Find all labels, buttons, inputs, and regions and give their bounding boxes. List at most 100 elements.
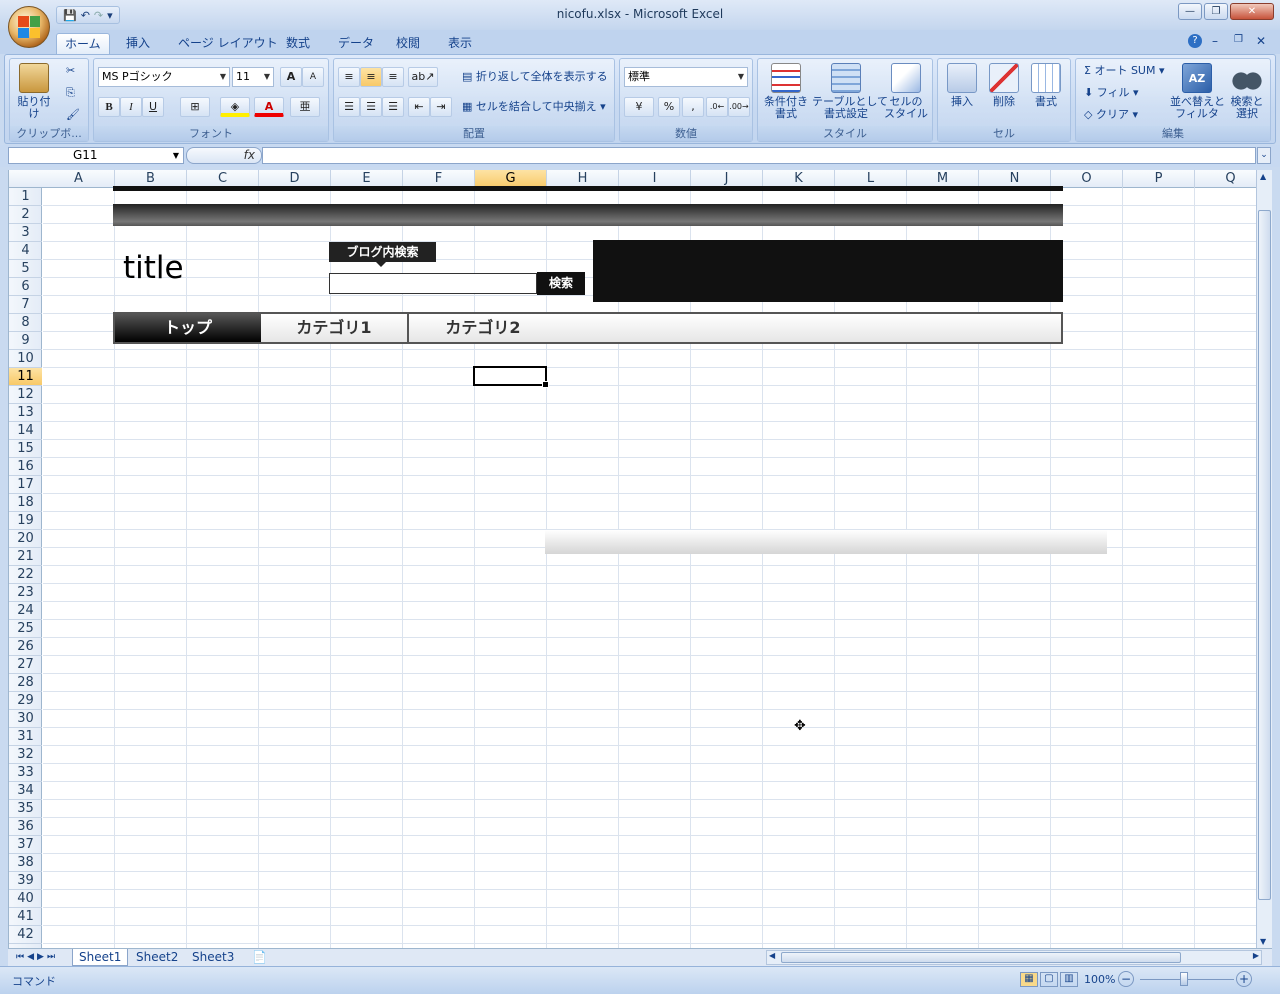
phonetic-icon[interactable]: 亜 bbox=[290, 97, 320, 117]
sheet-tab-3[interactable]: Sheet3 bbox=[186, 949, 240, 966]
tab-data[interactable]: データ bbox=[330, 33, 382, 54]
sheet-tab-1[interactable]: Sheet1 bbox=[72, 949, 129, 966]
row-header-28[interactable]: 28 bbox=[9, 674, 42, 692]
font-name-combo[interactable]: MS Pゴシック ▼ bbox=[98, 67, 230, 87]
name-box[interactable]: G11 ▼ bbox=[8, 147, 184, 164]
number-format-combo[interactable]: 標準 ▼ bbox=[624, 67, 748, 87]
nav-item-category1[interactable]: カテゴリ1 bbox=[261, 314, 409, 342]
decrease-indent-icon[interactable]: ⇤ bbox=[408, 97, 430, 117]
row-header-32[interactable]: 32 bbox=[9, 746, 42, 764]
row-header-35[interactable]: 35 bbox=[9, 800, 42, 818]
align-center-icon[interactable]: ☰ bbox=[360, 97, 382, 117]
sheet-nav-icons[interactable]: ⏮◀▶⏭ bbox=[10, 949, 64, 966]
cell-area[interactable] bbox=[43, 188, 1256, 948]
clear-button[interactable]: ◇ クリア ▾ bbox=[1084, 105, 1138, 125]
autosum-button[interactable]: Σ オート SUM ▾ bbox=[1084, 61, 1165, 81]
office-button[interactable] bbox=[8, 6, 50, 48]
row-header-21[interactable]: 21 bbox=[9, 548, 42, 566]
maximize-button[interactable]: ❐ bbox=[1204, 3, 1228, 20]
row-header-24[interactable]: 24 bbox=[9, 602, 42, 620]
insert-cells-button[interactable]: 挿入 bbox=[942, 63, 982, 108]
row-header-5[interactable]: 5 bbox=[9, 260, 42, 278]
scroll-left-icon[interactable]: ◀ bbox=[769, 951, 775, 960]
row-header-16[interactable]: 16 bbox=[9, 458, 42, 476]
font-color-button[interactable]: A bbox=[254, 97, 284, 117]
orientation-icon[interactable]: ab↗ bbox=[408, 67, 438, 87]
ribbon-close-icon[interactable]: ✕ bbox=[1256, 34, 1266, 48]
cut-icon[interactable]: ✂ bbox=[66, 61, 75, 81]
horizontal-scrollbar[interactable]: ◀ ▶ bbox=[766, 950, 1262, 965]
close-button[interactable]: ✕ bbox=[1230, 3, 1274, 20]
row-header-6[interactable]: 6 bbox=[9, 278, 42, 296]
row-header-29[interactable]: 29 bbox=[9, 692, 42, 710]
row-header-30[interactable]: 30 bbox=[9, 710, 42, 728]
align-middle-icon[interactable]: ≡ bbox=[360, 67, 382, 87]
worksheet-grid[interactable]: ABCDEFGHIJKLMNOPQ 1 2 3 4 5 6 7 8 9 10 11 12 13 14 15 1… bbox=[8, 170, 1256, 948]
row-header-20[interactable]: 20 bbox=[9, 530, 42, 548]
wrap-text-button[interactable]: ▤ 折り返して全体を表示する bbox=[462, 67, 608, 87]
horizontal-scroll-thumb[interactable] bbox=[781, 952, 1181, 963]
align-left-icon[interactable]: ☰ bbox=[338, 97, 360, 117]
row-header-19[interactable]: 19 bbox=[9, 512, 42, 530]
row-header-38[interactable]: 38 bbox=[9, 854, 42, 872]
row-header-12[interactable]: 12 bbox=[9, 386, 42, 404]
sheet-tab-2[interactable]: Sheet2 bbox=[130, 949, 184, 966]
align-bottom-icon[interactable]: ≡ bbox=[382, 67, 404, 87]
row-header-14[interactable]: 14 bbox=[9, 422, 42, 440]
align-top-icon[interactable]: ≡ bbox=[338, 67, 360, 87]
tab-formulas[interactable]: 数式 bbox=[278, 33, 318, 54]
undo-icon[interactable]: ↶ bbox=[81, 9, 90, 22]
row-header-26[interactable]: 26 bbox=[9, 638, 42, 656]
decrease-decimal-icon[interactable]: .00→ bbox=[728, 97, 750, 117]
insert-function-button[interactable]: fx bbox=[186, 147, 262, 164]
scroll-right-icon[interactable]: ▶ bbox=[1253, 951, 1259, 960]
row-header-40[interactable]: 40 bbox=[9, 890, 42, 908]
grow-font-button[interactable]: A bbox=[280, 67, 302, 87]
nav-item-category2[interactable]: カテゴリ2 bbox=[409, 314, 557, 342]
row-header-25[interactable]: 25 bbox=[9, 620, 42, 638]
zoom-in-icon[interactable]: + bbox=[1236, 971, 1252, 987]
expand-formula-icon[interactable]: ⌄ bbox=[1257, 147, 1271, 164]
row-header-15[interactable]: 15 bbox=[9, 440, 42, 458]
row-header-4[interactable]: 4 bbox=[9, 242, 42, 260]
align-right-icon[interactable]: ☰ bbox=[382, 97, 404, 117]
page-layout-view-icon[interactable]: ▢ bbox=[1040, 972, 1058, 987]
column-header-a[interactable]: A bbox=[43, 170, 115, 188]
format-painter-icon[interactable]: 🖌 bbox=[66, 105, 80, 125]
tab-page-layout[interactable]: ページ レイアウト bbox=[170, 33, 286, 54]
row-header-7[interactable]: 7 bbox=[9, 296, 42, 314]
increase-decimal-icon[interactable]: .0← bbox=[706, 97, 728, 117]
row-header-22[interactable]: 22 bbox=[9, 566, 42, 584]
increase-indent-icon[interactable]: ⇥ bbox=[430, 97, 452, 117]
zoom-out-icon[interactable]: − bbox=[1118, 971, 1134, 987]
zoom-slider-thumb[interactable] bbox=[1180, 972, 1188, 986]
ribbon-restore-icon[interactable]: ❐ bbox=[1234, 34, 1243, 45]
tab-view[interactable]: 表示 bbox=[440, 33, 480, 54]
formula-input[interactable] bbox=[262, 147, 1256, 164]
fill-color-icon[interactable]: ◈ bbox=[220, 97, 250, 117]
cell-styles-button[interactable]: セルの スタイル bbox=[880, 63, 932, 120]
ribbon-minimize-icon[interactable]: – bbox=[1212, 34, 1218, 48]
italic-button[interactable]: I bbox=[120, 97, 142, 117]
search-input[interactable] bbox=[329, 273, 537, 294]
currency-icon[interactable]: ¥ bbox=[624, 97, 654, 117]
row-header-34[interactable]: 34 bbox=[9, 782, 42, 800]
page-break-view-icon[interactable]: ▥ bbox=[1060, 972, 1078, 987]
conditional-format-button[interactable]: 条件付き 書式 bbox=[760, 63, 812, 120]
minimize-button[interactable]: — bbox=[1178, 3, 1202, 20]
save-icon[interactable]: 💾 bbox=[63, 9, 77, 22]
row-header-11[interactable]: 11 bbox=[9, 368, 42, 386]
normal-view-icon[interactable]: ▦ bbox=[1020, 972, 1038, 987]
row-header-37[interactable]: 37 bbox=[9, 836, 42, 854]
row-header-23[interactable]: 23 bbox=[9, 584, 42, 602]
row-header-1[interactable]: 1 bbox=[9, 188, 42, 206]
row-header-9[interactable]: 9 bbox=[9, 332, 42, 350]
row-header-33[interactable]: 33 bbox=[9, 764, 42, 782]
column-header-q[interactable]: Q bbox=[1195, 170, 1256, 188]
format-cells-button[interactable]: 書式 bbox=[1026, 63, 1066, 108]
tab-home[interactable]: ホーム bbox=[56, 33, 110, 54]
row-header-10[interactable]: 10 bbox=[9, 350, 42, 368]
delete-cells-button[interactable]: 削除 bbox=[984, 63, 1024, 108]
help-icon[interactable]: ? bbox=[1188, 34, 1202, 48]
percent-button[interactable]: % bbox=[658, 97, 680, 117]
